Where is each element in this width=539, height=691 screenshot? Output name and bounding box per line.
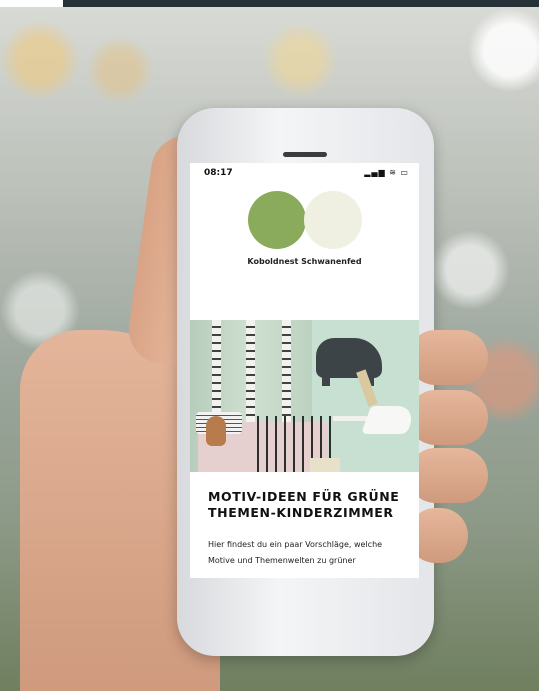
brand-name[interactable]: Koboldnest Schwanenfed [190,257,419,266]
status-bar: 08:17 ▂▄▆ ≋ ▭ [190,163,419,185]
scroll-fade [190,563,419,578]
phone-screen: 08:17 ▂▄▆ ≋ ▭ Koboldnest Schwanenfed MOT… [190,163,419,578]
article-title: MOTIV-IDEEN FÜR GRÜNE THEMEN-KINDERZIMME… [208,489,400,520]
finger [408,390,488,445]
finger [408,448,488,503]
page-top-white-strip [0,0,63,7]
phone-speaker [283,152,327,157]
hero-image [190,320,419,472]
status-time: 08:17 [204,168,233,178]
bear-leg [322,372,330,386]
brand-logo[interactable] [248,191,362,249]
logo-green-circle [248,191,306,249]
basket [310,458,340,472]
teddy-bear [206,416,226,446]
logo-cream-circle [304,191,362,249]
page-top-bar [63,0,539,7]
finger [408,330,488,385]
status-icons: ▂▄▆ ≋ ▭ [364,168,409,177]
